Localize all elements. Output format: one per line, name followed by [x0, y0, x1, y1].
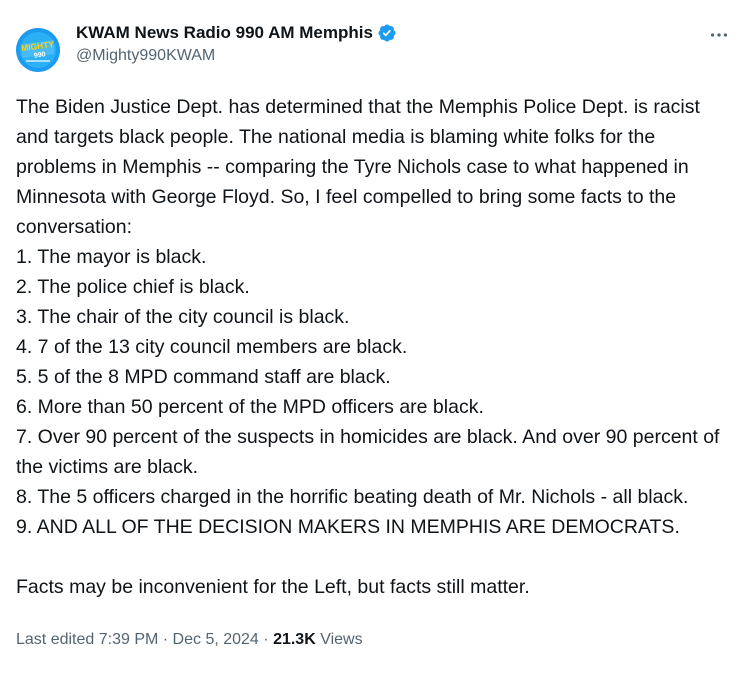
fact-item: 1. The mayor is black. [16, 246, 207, 268]
meta-separator: · [162, 631, 169, 648]
meta-separator: · [263, 631, 269, 648]
verified-badge-icon[interactable] [377, 23, 397, 43]
author-handle[interactable]: @Mighty990KWAM [76, 47, 397, 65]
more-options-button[interactable] [705, 24, 733, 46]
tweet-meta: Last edited 7:39 PM · Dec 5, 2024 · 21.3… [16, 630, 363, 650]
author-names: KWAM News Radio 990 AM Memphis @Mighty99… [76, 22, 397, 65]
more-dots-icon [710, 33, 728, 37]
views-label: Views [320, 631, 363, 648]
avatar[interactable]: MIGHTY 990 [16, 28, 60, 72]
fact-item: 3. The chair of the city council is blac… [16, 306, 350, 328]
fact-item: 2. The police chief is black. [16, 276, 250, 298]
facts-list: 1. The mayor is black. 2. The police chi… [16, 242, 728, 542]
tweet-text: The Biden Justice Dept. has determined t… [16, 92, 728, 602]
tweet-closing: Facts may be inconvenient for the Left, … [16, 576, 530, 598]
views-count: 21.3K [273, 631, 316, 648]
fact-item: 6. More than 50 percent of the MPD offic… [16, 396, 484, 418]
fact-item: 8. The 5 officers charged in the horrifi… [16, 486, 689, 508]
display-name[interactable]: KWAM News Radio 990 AM Memphis [76, 23, 373, 43]
tweet-header: MIGHTY 990 KWAM News Radio 990 AM Memphi… [16, 16, 735, 72]
edited-timestamp-link[interactable]: Last edited 7:39 PM [16, 631, 158, 648]
date-link[interactable]: Dec 5, 2024 [173, 631, 259, 648]
fact-item: 5. 5 of the 8 MPD command staff are blac… [16, 366, 391, 388]
tweet-intro: The Biden Justice Dept. has determined t… [16, 96, 700, 238]
tweet-card: MIGHTY 990 KWAM News Radio 990 AM Memphi… [0, 0, 751, 676]
display-name-row: KWAM News Radio 990 AM Memphis [76, 22, 397, 44]
fact-item: 9. AND ALL OF THE DECISION MAKERS IN MEM… [16, 516, 680, 538]
station-logo-icon: MIGHTY 990 [16, 28, 60, 72]
fact-item: 4. 7 of the 13 city council members are … [16, 336, 408, 358]
fact-item: 7. Over 90 percent of the suspects in ho… [16, 426, 720, 478]
